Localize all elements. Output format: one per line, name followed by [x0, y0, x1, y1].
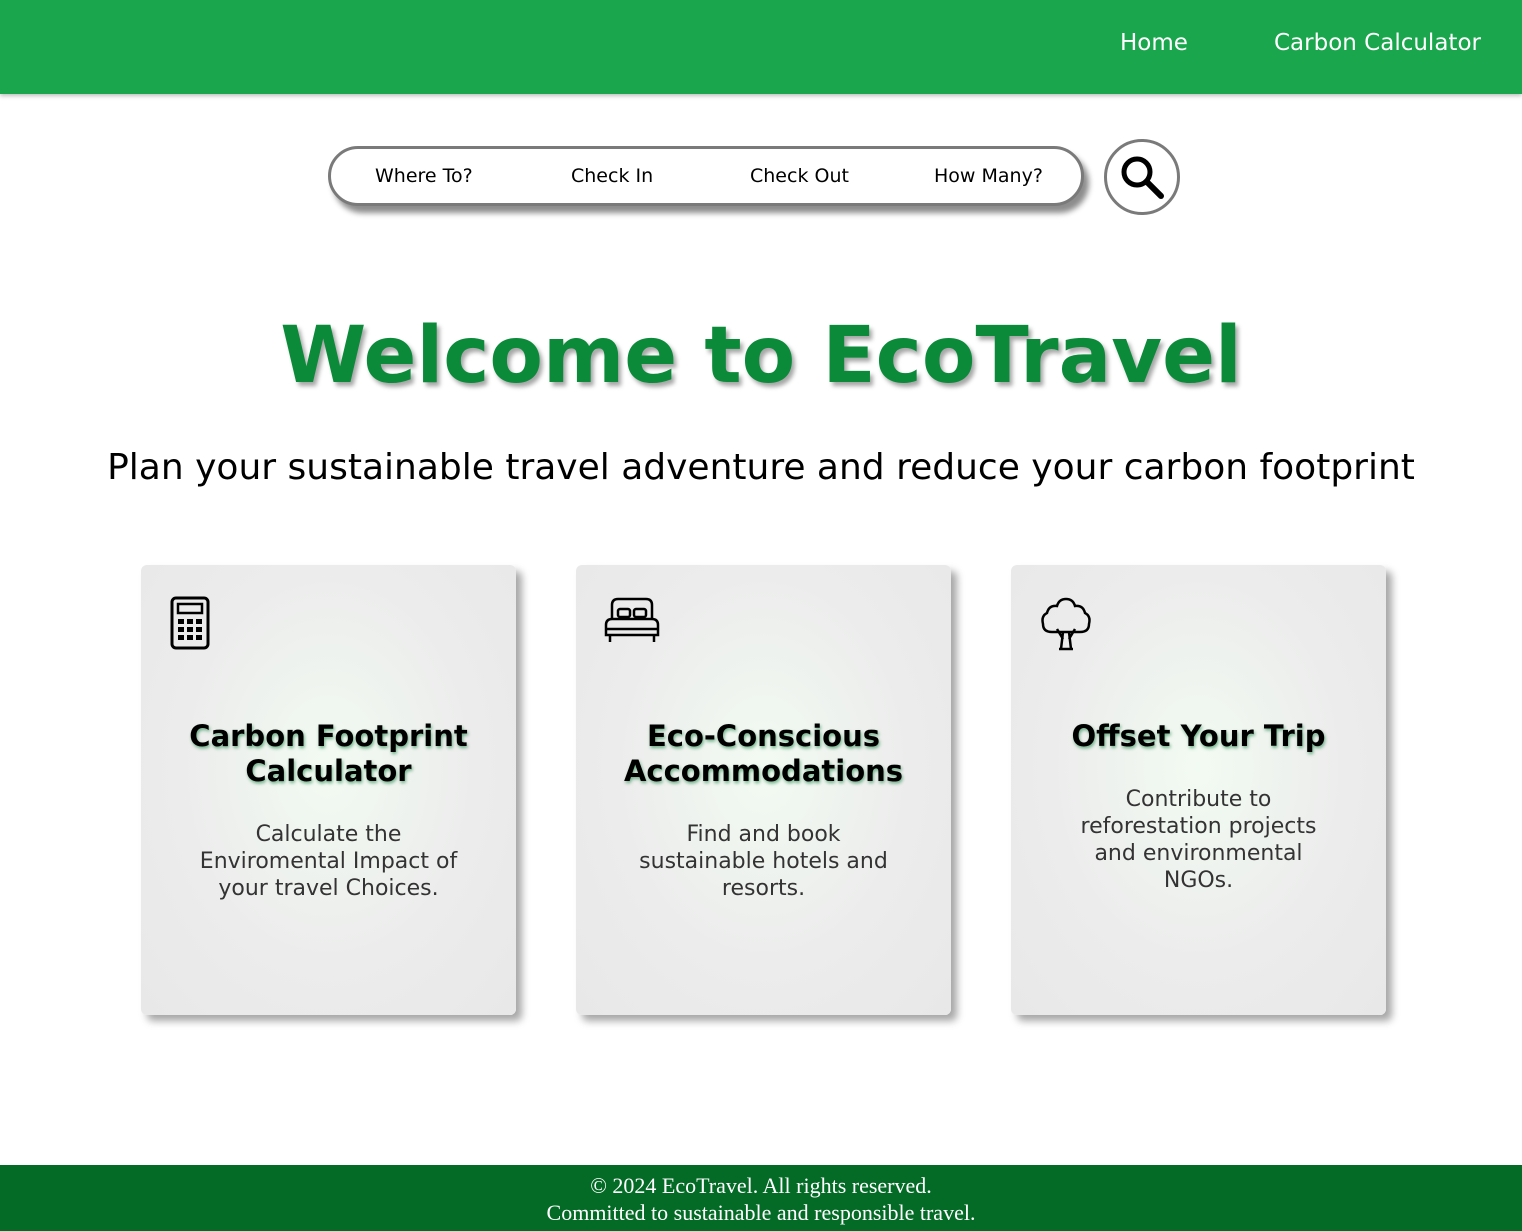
check-out-field[interactable]: Check Out	[750, 163, 849, 189]
card-eco-accommodations[interactable]: Eco-Conscious Accommodations Find and bo…	[576, 565, 951, 1015]
where-to-field[interactable]: Where To?	[375, 163, 473, 189]
check-in-field[interactable]: Check In	[571, 163, 653, 189]
card-description: Calculate the Enviromental Impact of you…	[199, 822, 458, 901]
top-navbar: Home Carbon Calculator	[0, 0, 1522, 94]
page-subtitle: Plan your sustainable travel adventure a…	[107, 447, 1415, 488]
nav-carbon-calculator-link[interactable]: Carbon Calculator	[1274, 28, 1481, 58]
search-bar: Where To? Check In Check Out How Many?	[328, 146, 1084, 206]
calculator-icon	[170, 596, 210, 650]
guests-field[interactable]: How Many?	[934, 163, 1043, 189]
tree-icon	[1041, 597, 1091, 651]
footer-tagline: Committed to sustainable and responsible…	[546, 1200, 976, 1225]
card-carbon-calculator[interactable]: Carbon Footprint Calculator Calculate th…	[141, 565, 516, 1015]
search-button[interactable]	[1104, 139, 1180, 215]
bed-icon	[604, 597, 660, 642]
footer: © 2024 EcoTravel. All rights reserved. C…	[0, 1165, 1522, 1231]
card-title: Carbon Footprint Calculator	[189, 719, 468, 788]
card-description: Find and book sustainable hotels and res…	[639, 822, 888, 901]
card-description: Contribute to reforestation projects and…	[1080, 787, 1317, 893]
nav-home-link[interactable]: Home	[1120, 28, 1188, 58]
card-title: Offset Your Trip	[1071, 719, 1326, 753]
card-title: Eco-Conscious Accommodations	[623, 719, 904, 788]
footer-copyright: © 2024 EcoTravel. All rights reserved.	[590, 1173, 932, 1198]
page-title: Welcome to EcoTravel	[280, 311, 1242, 401]
card-offset-trip[interactable]: Offset Your Trip Contribute to reforesta…	[1011, 565, 1386, 1015]
search-icon	[1121, 156, 1164, 199]
